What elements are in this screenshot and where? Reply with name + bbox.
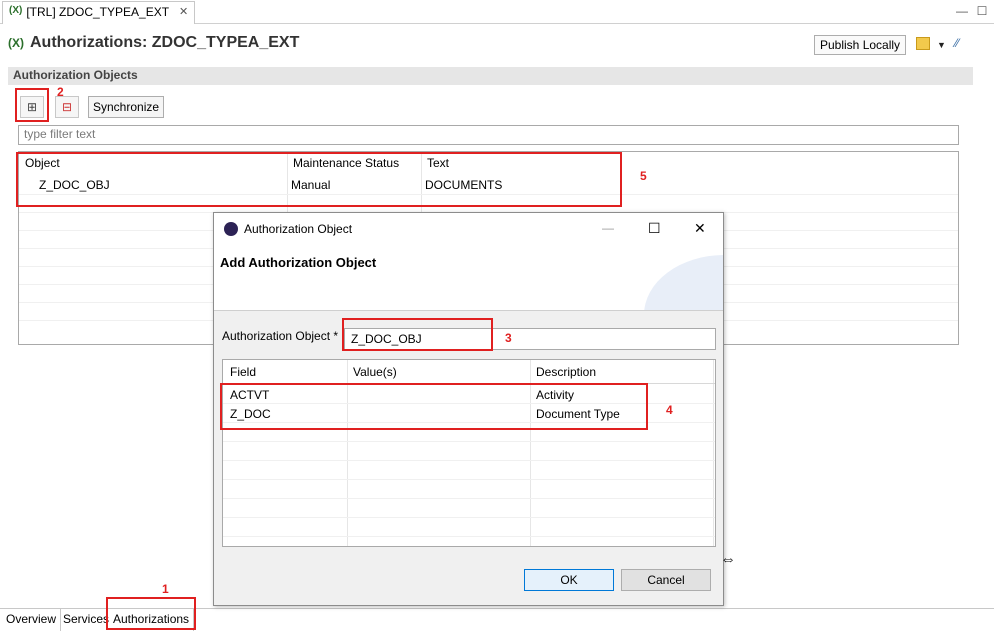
page-title-text: Authorizations: ZDOC_TYPEA_EXT (30, 34, 300, 51)
dialog-title: Authorization Object (244, 222, 353, 236)
publish-locally-button[interactable]: Publish Locally (814, 35, 907, 55)
column-header-field[interactable]: Field (230, 365, 256, 379)
annotation-box-4 (220, 383, 648, 430)
dialog-title-bar: Authorization Object — ☐ ✕ (214, 213, 723, 245)
more-icon[interactable]: ⁄⁄ (955, 36, 959, 50)
editor-tab-bar: (X) [TRL] ZDOC_TYPEA_EXT ✕ — ☐ (0, 0, 994, 24)
dialog-close-icon[interactable]: ✕ (694, 220, 706, 237)
dialog-header: Add Authorization Object (214, 245, 723, 311)
maximize-icon[interactable]: ☐ (975, 4, 989, 18)
synchronize-button[interactable]: Synchronize (88, 96, 165, 118)
eclipse-icon (224, 222, 238, 236)
annotation-number-1: 1 (162, 582, 169, 596)
cancel-button[interactable]: Cancel (621, 569, 711, 591)
annotation-box-5 (16, 152, 622, 207)
minimize-icon[interactable]: — (955, 4, 969, 18)
page-title: (X) Authorizations: ZDOC_TYPEA_EXT (8, 34, 299, 52)
authorization-object-label: Authorization Object * (222, 329, 339, 343)
resize-cursor-icon: ⇔ (720, 551, 736, 568)
chevron-down-icon[interactable]: ▼ (937, 40, 946, 50)
tab-overview[interactable]: Overview (2, 609, 62, 631)
banner-decoration (644, 255, 723, 310)
annotation-number-5: 5 (640, 169, 647, 183)
annotation-box-2 (15, 88, 49, 122)
annotation-box-1 (106, 597, 196, 630)
dialog-minimize-icon[interactable]: — (602, 221, 614, 235)
filter-input[interactable]: type filter text (18, 125, 959, 145)
editor-tab[interactable]: (X) [TRL] ZDOC_TYPEA_EXT ✕ (2, 1, 196, 24)
dialog-maximize-icon[interactable]: ☐ (648, 220, 661, 237)
annotation-number-2: 2 (57, 85, 64, 99)
ok-button[interactable]: OK (524, 569, 614, 591)
remove-object-button[interactable]: ⊟ (55, 96, 79, 118)
remove-icon: ⊟ (61, 100, 73, 114)
authorization-file-icon: (X) (9, 5, 23, 16)
annotation-number-4: 4 (666, 403, 673, 417)
editor-tab-label: [TRL] ZDOC_TYPEA_EXT (26, 5, 170, 19)
annotation-box-3 (342, 318, 493, 351)
authorization-icon: (X) (8, 36, 24, 50)
folder-icon[interactable] (916, 37, 930, 50)
close-icon[interactable]: ✕ (179, 5, 188, 18)
section-title: Authorization Objects (8, 67, 973, 85)
annotation-number-3: 3 (505, 331, 512, 345)
column-header-values[interactable]: Value(s) (353, 365, 397, 379)
column-header-description[interactable]: Description (536, 365, 596, 379)
dialog-heading: Add Authorization Object (220, 255, 377, 270)
